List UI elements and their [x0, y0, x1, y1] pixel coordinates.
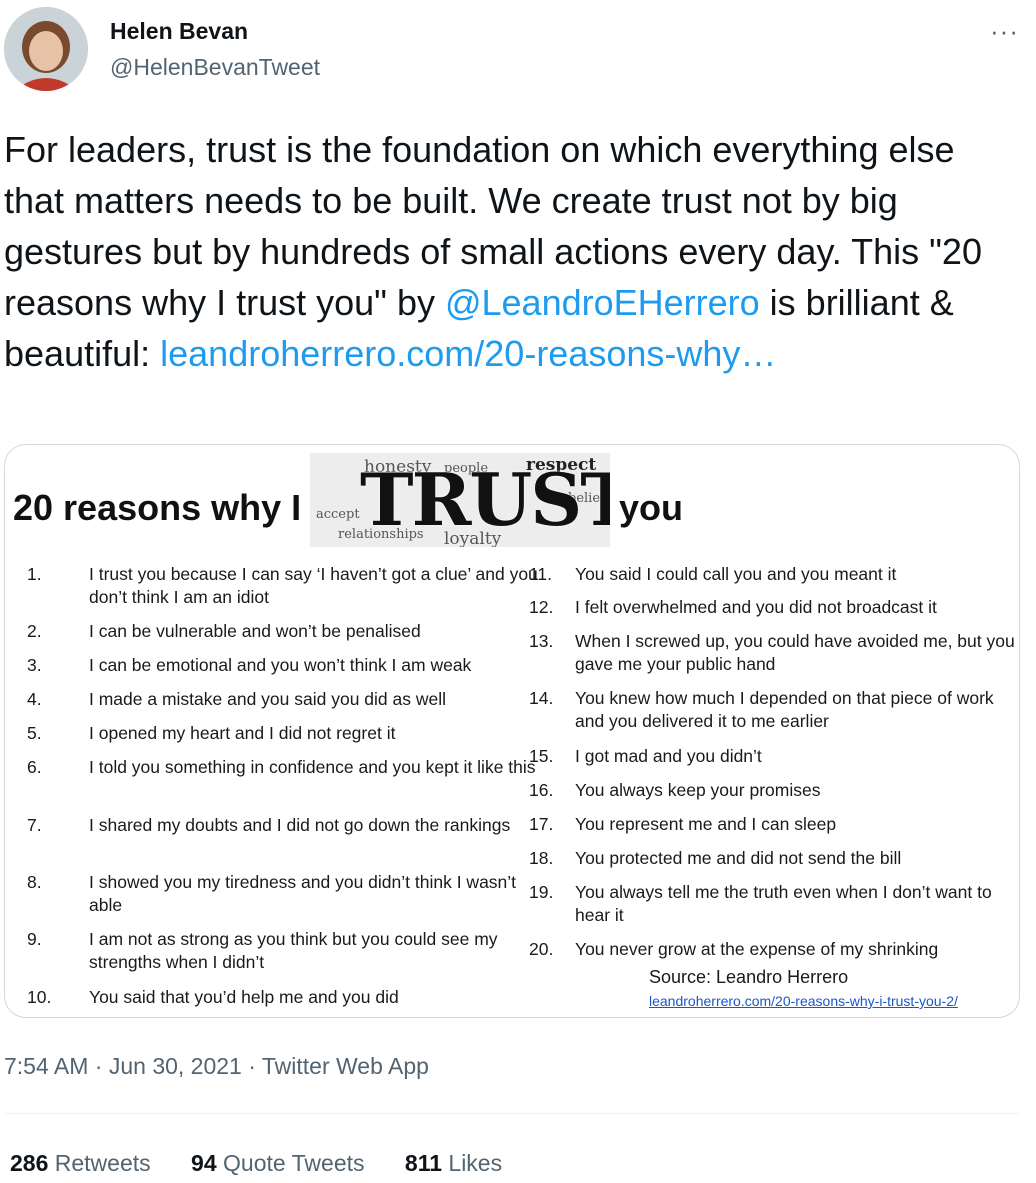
- reason-number: 6.: [27, 757, 42, 777]
- reason-number: 3.: [27, 655, 42, 675]
- reason-text: I felt overwhelmed and you did not broad…: [575, 597, 937, 617]
- likes-count: 811: [404, 1150, 443, 1176]
- reason-number: 4.: [27, 689, 42, 709]
- retweets-label: Retweets: [54, 1150, 151, 1176]
- reason-text: I opened my heart and I did not regret i…: [89, 723, 396, 743]
- reason-text: I told you something in confidence and y…: [89, 757, 536, 777]
- quote-tweets-label: Quote Tweets: [223, 1150, 365, 1176]
- reason-number: 19.: [529, 882, 554, 902]
- reason-text: You protected me and did not send the bi…: [575, 848, 902, 868]
- quote-tweets-count: 94: [191, 1150, 217, 1176]
- reason-text: I trust you because I can say ‘I haven’t…: [89, 564, 538, 607]
- tweet-stats: 286 Retweets 94 Quote Tweets 811 Likes: [10, 1150, 536, 1177]
- tweet-header: Helen Bevan @HelenBevanTweet ···: [0, 0, 1036, 100]
- retweets-count: 286: [10, 1150, 49, 1176]
- meta-separator: ·: [241, 1053, 262, 1079]
- quote-tweets-stat[interactable]: 94 Quote Tweets: [191, 1150, 364, 1177]
- tweet-image[interactable]: 20 reasons why I honesty people respect …: [4, 444, 1020, 1018]
- likes-label: Likes: [448, 1150, 503, 1176]
- reason-number: 12.: [529, 597, 554, 617]
- reason-number: 17.: [529, 814, 554, 834]
- reason-number: 9.: [27, 929, 42, 949]
- reason-number: 11.: [529, 564, 553, 584]
- reason-number: 18.: [529, 848, 554, 868]
- tweet-text: For leaders, trust is the foundation on …: [4, 124, 1024, 379]
- reason-text: I got mad and you didn’t: [575, 746, 762, 766]
- avatar[interactable]: [4, 7, 88, 91]
- image-title-end: you: [619, 487, 684, 528]
- reason-text: I showed you my tiredness and you didn’t…: [89, 872, 517, 915]
- reason-text: I shared my doubts and I did not go down…: [89, 815, 511, 835]
- reason-text: I made a mistake and you said you did as…: [89, 689, 446, 709]
- tweet-source-app[interactable]: Twitter Web App: [262, 1053, 429, 1079]
- author-handle[interactable]: @HelenBevanTweet: [110, 54, 320, 81]
- reason-text: You always keep your promises: [575, 780, 821, 800]
- cloud-word: accept: [316, 507, 360, 522]
- tweet-meta: 7:54 AM · Jun 30, 2021 · Twitter Web App: [4, 1053, 429, 1080]
- image-source-link: leandroherrero.com/20-reasons-why-i-trus…: [649, 993, 958, 1009]
- reason-number: 2.: [27, 621, 42, 641]
- reason-text: You never grow at the expense of my shri…: [575, 939, 939, 959]
- reason-number: 5.: [27, 723, 42, 743]
- reason-text: You always tell me the truth even when I…: [575, 882, 992, 925]
- reason-number: 1.: [27, 564, 42, 584]
- divider: [4, 1113, 1020, 1114]
- reason-number: 10.: [27, 987, 52, 1007]
- trust-word: TRUST: [360, 457, 610, 542]
- reason-text: I can be vulnerable and won’t be penalis…: [89, 621, 421, 641]
- reason-text: You said I could call you and you meant …: [575, 564, 897, 584]
- meta-separator: ·: [88, 1053, 109, 1079]
- reason-number: 14.: [529, 688, 554, 708]
- reason-number: 8.: [27, 872, 42, 892]
- reason-text: You knew how much I depended on that pie…: [575, 688, 994, 731]
- reason-text: I am not as strong as you think but you …: [89, 929, 498, 972]
- reason-text: When I screwed up, you could have avoide…: [575, 631, 1015, 674]
- reason-text: You said that you’d help me and you did: [89, 987, 399, 1007]
- reason-number: 15.: [529, 746, 554, 766]
- reason-text: You represent me and I can sleep: [575, 814, 837, 834]
- more-horizontal-icon[interactable]: ···: [990, 16, 1019, 47]
- tweet-date[interactable]: Jun 30, 2021: [109, 1053, 242, 1079]
- reason-number: 20.: [529, 939, 554, 959]
- tweet-time[interactable]: 7:54 AM: [4, 1053, 88, 1079]
- reason-number: 16.: [529, 780, 554, 800]
- image-title-start: 20 reasons why I: [13, 487, 302, 528]
- avatar-image: [4, 7, 88, 91]
- mention-link[interactable]: @LeandroEHerrero: [445, 282, 760, 323]
- likes-stat[interactable]: 811 Likes: [405, 1150, 502, 1177]
- url-link[interactable]: leandroherrero.com/20-reasons-why…: [160, 333, 776, 374]
- reason-number: 13.: [529, 631, 554, 651]
- author-name[interactable]: Helen Bevan: [110, 18, 248, 45]
- reason-number: 7.: [27, 815, 42, 835]
- image-source: Source: Leandro Herrero: [649, 967, 849, 987]
- retweets-stat[interactable]: 286 Retweets: [10, 1150, 151, 1177]
- trust-word-cloud: honesty people respect accept belief rel…: [310, 453, 610, 547]
- reason-text: I can be emotional and you won’t think I…: [89, 655, 472, 675]
